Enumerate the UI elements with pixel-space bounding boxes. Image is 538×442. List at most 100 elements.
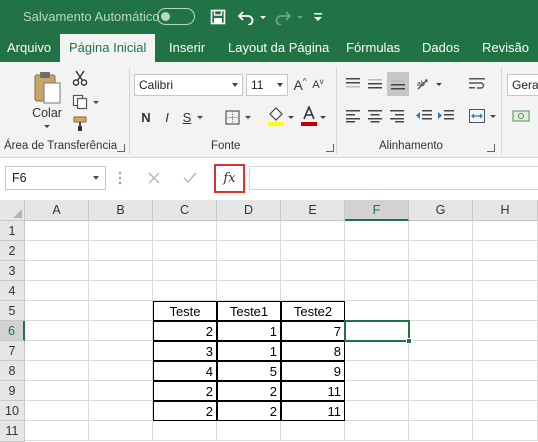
insert-function-button[interactable]: fx: [214, 164, 245, 193]
cell-a7[interactable]: [25, 341, 89, 361]
copy-icon[interactable]: [69, 92, 91, 112]
cell-a8[interactable]: [25, 361, 89, 381]
align-right-icon[interactable]: [387, 106, 407, 126]
undo-dropdown-icon[interactable]: [258, 6, 268, 28]
column-header-c[interactable]: C: [153, 200, 217, 221]
tab-arquivo[interactable]: Arquivo: [7, 34, 51, 62]
cell-b11[interactable]: [89, 421, 153, 441]
cell-a1[interactable]: [25, 221, 89, 241]
cell-d5[interactable]: Teste1: [217, 301, 281, 321]
decrease-font-icon[interactable]: Av: [310, 74, 326, 96]
cell-h4[interactable]: [473, 281, 538, 301]
cell-f3[interactable]: [345, 261, 409, 281]
paste-dropdown-icon[interactable]: [41, 122, 53, 130]
column-header-g[interactable]: G: [409, 200, 473, 221]
paste-label[interactable]: Colar: [30, 106, 64, 120]
cell-h7[interactable]: [473, 341, 538, 361]
cell-g4[interactable]: [409, 281, 473, 301]
cell-g3[interactable]: [409, 261, 473, 281]
cell-e10[interactable]: 11: [281, 401, 345, 421]
cell-a10[interactable]: [25, 401, 89, 421]
row-header-10[interactable]: 10: [0, 401, 25, 421]
cell-a3[interactable]: [25, 261, 89, 281]
bold-button[interactable]: N: [137, 106, 155, 128]
align-left-icon[interactable]: [343, 106, 363, 126]
borders-dropdown-icon[interactable]: [243, 106, 253, 128]
cell-f10[interactable]: [345, 401, 409, 421]
cell-b10[interactable]: [89, 401, 153, 421]
cell-a2[interactable]: [25, 241, 89, 261]
tab-pagina-inicial[interactable]: Página Inicial: [60, 34, 156, 62]
cell-g10[interactable]: [409, 401, 473, 421]
cell-h1[interactable]: [473, 221, 538, 241]
font-color-icon[interactable]: [300, 104, 318, 128]
merge-center-icon[interactable]: [466, 106, 488, 126]
merge-dropdown-icon[interactable]: [488, 106, 498, 126]
cell-c8[interactable]: 4: [153, 361, 217, 381]
cell-f4[interactable]: [345, 281, 409, 301]
align-bottom-icon[interactable]: [387, 72, 409, 96]
cell-h2[interactable]: [473, 241, 538, 261]
cell-d7[interactable]: 1: [217, 341, 281, 361]
tab-revisao[interactable]: Revisão: [482, 34, 529, 62]
cell-b2[interactable]: [89, 241, 153, 261]
drag-handle-icon[interactable]: [116, 168, 124, 188]
enter-icon[interactable]: [179, 168, 201, 188]
cell-e2[interactable]: [281, 241, 345, 261]
save-icon[interactable]: [207, 6, 229, 28]
row-header-1[interactable]: 1: [0, 221, 25, 241]
cell-h10[interactable]: [473, 401, 538, 421]
cell-c7[interactable]: 3: [153, 341, 217, 361]
font-size-combo[interactable]: 11: [246, 74, 288, 96]
column-header-h[interactable]: H: [473, 200, 538, 221]
cell-g1[interactable]: [409, 221, 473, 241]
cell-b7[interactable]: [89, 341, 153, 361]
tab-formulas[interactable]: Fórmulas: [346, 34, 400, 62]
worksheet-grid[interactable]: A B C D E F G H 1 2 3 4 5 6 7 8 9 10 11 …: [0, 200, 538, 442]
copy-dropdown-icon[interactable]: [91, 92, 101, 112]
cell-e4[interactable]: [281, 281, 345, 301]
cell-e9[interactable]: 11: [281, 381, 345, 401]
cell-e1[interactable]: [281, 221, 345, 241]
row-header-7[interactable]: 7: [0, 341, 25, 361]
font-launcher-icon[interactable]: [326, 144, 334, 152]
customize-toolbar-icon[interactable]: [311, 6, 325, 28]
cell-g8[interactable]: [409, 361, 473, 381]
cut-icon[interactable]: [69, 68, 91, 88]
cell-f9[interactable]: [345, 381, 409, 401]
tab-inserir[interactable]: Inserir: [169, 34, 205, 62]
cell-f11[interactable]: [345, 421, 409, 441]
cell-a5[interactable]: [25, 301, 89, 321]
cell-h8[interactable]: [473, 361, 538, 381]
cell-e3[interactable]: [281, 261, 345, 281]
cell-c6[interactable]: 2: [153, 321, 217, 341]
increase-indent-icon[interactable]: [436, 106, 456, 126]
cell-g5[interactable]: [409, 301, 473, 321]
cell-d1[interactable]: [217, 221, 281, 241]
cell-g6[interactable]: [409, 321, 473, 341]
cell-a6[interactable]: [25, 321, 89, 341]
formula-input[interactable]: [249, 166, 538, 190]
cancel-icon[interactable]: [143, 168, 165, 188]
fill-handle[interactable]: [406, 338, 412, 344]
cell-f8[interactable]: [345, 361, 409, 381]
cell-d3[interactable]: [217, 261, 281, 281]
increase-font-icon[interactable]: A ^: [292, 74, 308, 96]
cell-e5[interactable]: Teste2: [281, 301, 345, 321]
cell-f5[interactable]: [345, 301, 409, 321]
alignment-launcher-icon[interactable]: [487, 144, 495, 152]
align-center-icon[interactable]: [365, 106, 385, 126]
cell-c9[interactable]: 2: [153, 381, 217, 401]
cell-d11[interactable]: [217, 421, 281, 441]
cell-b1[interactable]: [89, 221, 153, 241]
cell-c10[interactable]: 2: [153, 401, 217, 421]
underline-button[interactable]: S: [180, 106, 194, 128]
cell-a9[interactable]: [25, 381, 89, 401]
column-header-d[interactable]: D: [217, 200, 281, 221]
column-header-b[interactable]: B: [89, 200, 153, 221]
format-painter-icon[interactable]: [69, 114, 91, 134]
cell-e6[interactable]: 7: [281, 321, 345, 341]
row-header-5[interactable]: 5: [0, 301, 25, 321]
autosave-toggle[interactable]: [157, 8, 195, 25]
cell-h9[interactable]: [473, 381, 538, 401]
